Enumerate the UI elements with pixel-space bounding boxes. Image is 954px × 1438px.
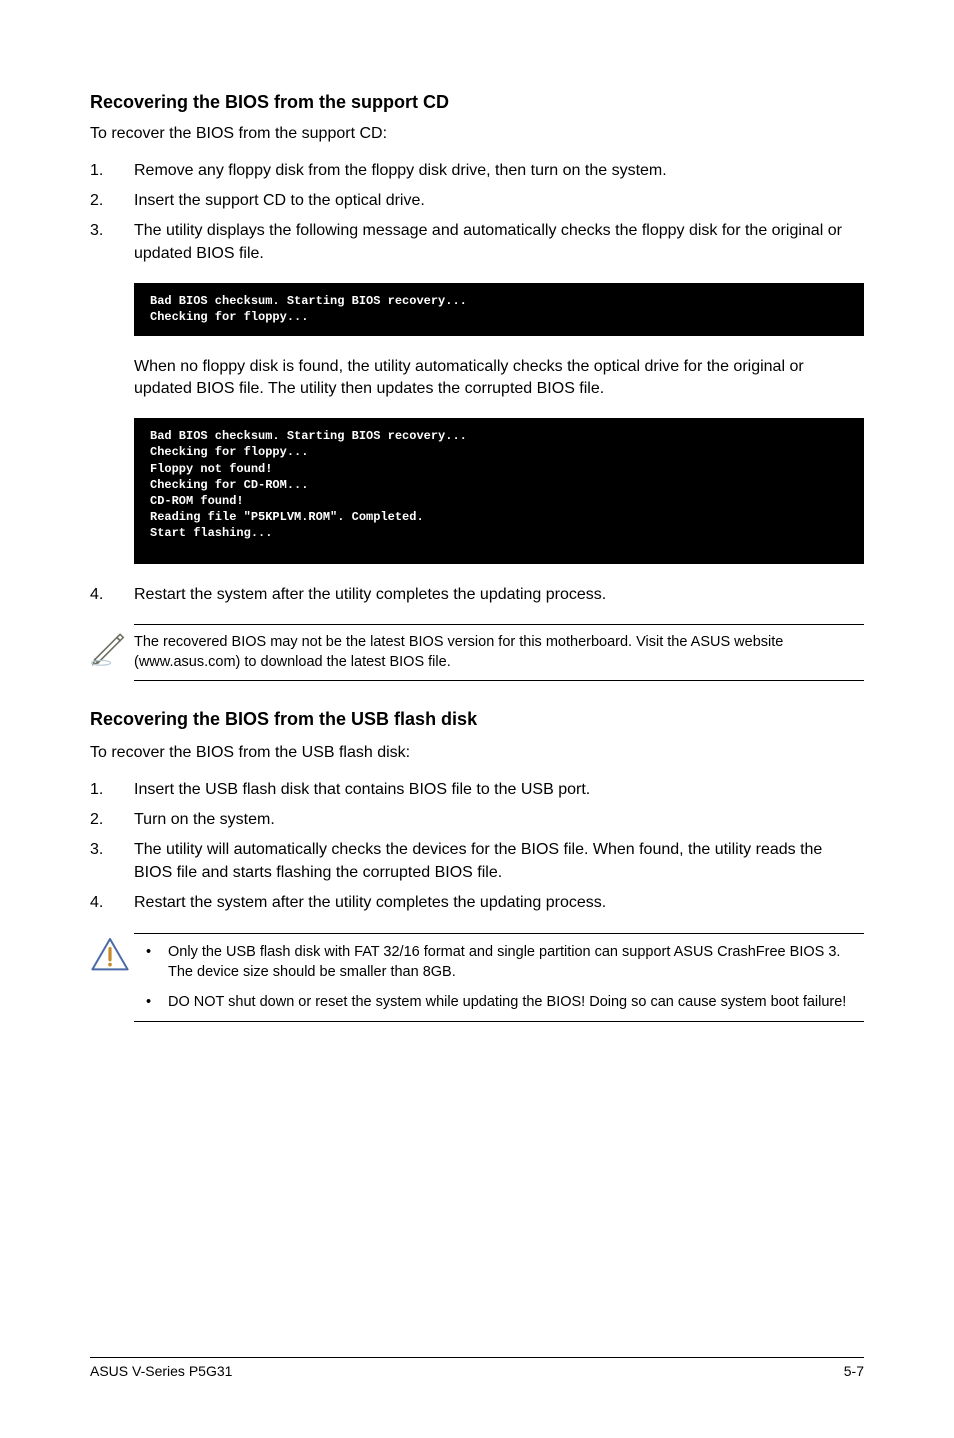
- note-callout: The recovered BIOS may not be the latest…: [90, 624, 864, 681]
- bullet-icon: •: [134, 992, 168, 1012]
- step-number: 4.: [90, 584, 134, 606]
- terminal-output-2: Bad BIOS checksum. Starting BIOS recover…: [134, 418, 864, 563]
- section2-heading: Recovering the BIOS from the USB flash d…: [90, 707, 864, 732]
- step-text: Insert the USB flash disk that contains …: [134, 779, 864, 801]
- warning-list: • Only the USB flash disk with FAT 32/16…: [134, 942, 864, 1013]
- pencil-icon: [90, 628, 128, 666]
- step-number: 1.: [90, 160, 134, 182]
- step-text: Insert the support CD to the optical dri…: [134, 190, 864, 212]
- terminal-output-1: Bad BIOS checksum. Starting BIOS recover…: [134, 283, 864, 335]
- warning-text: Only the USB flash disk with FAT 32/16 f…: [168, 942, 864, 983]
- list-item: 1. Insert the USB flash disk that contai…: [90, 779, 864, 801]
- warning-icon: [90, 937, 130, 973]
- warning-callout: • Only the USB flash disk with FAT 32/16…: [90, 933, 864, 1022]
- list-item: 2. Turn on the system.: [90, 809, 864, 831]
- section1-intro: To recover the BIOS from the support CD:: [90, 123, 864, 145]
- section2-steps: 1. Insert the USB flash disk that contai…: [90, 779, 864, 915]
- step-number: 4.: [90, 892, 134, 914]
- warning-content: • Only the USB flash disk with FAT 32/16…: [134, 933, 864, 1022]
- list-item: 1. Remove any floppy disk from the flopp…: [90, 160, 864, 182]
- mid-paragraph: When no floppy disk is found, the utilit…: [134, 356, 864, 401]
- step-text: The utility will automatically checks th…: [134, 839, 864, 884]
- step-text: Restart the system after the utility com…: [134, 584, 864, 606]
- step-text: Restart the system after the utility com…: [134, 892, 864, 914]
- list-item: 4. Restart the system after the utility …: [90, 892, 864, 914]
- warning-icon-col: [90, 933, 134, 973]
- page-footer: ASUS V-Series P5G31 5-7: [90, 1357, 864, 1382]
- step-text: Remove any floppy disk from the floppy d…: [134, 160, 864, 182]
- step-text: The utility displays the following messa…: [134, 220, 864, 265]
- step-number: 2.: [90, 809, 134, 831]
- footer-left: ASUS V-Series P5G31: [90, 1362, 232, 1382]
- list-item: 3. The utility displays the following me…: [90, 220, 864, 265]
- warning-text: DO NOT shut down or reset the system whi…: [168, 992, 864, 1012]
- section2-intro: To recover the BIOS from the USB flash d…: [90, 742, 864, 764]
- section1-steps: 1. Remove any floppy disk from the flopp…: [90, 160, 864, 266]
- list-item: • Only the USB flash disk with FAT 32/16…: [134, 942, 864, 983]
- list-item: • DO NOT shut down or reset the system w…: [134, 992, 864, 1012]
- step-number: 3.: [90, 839, 134, 884]
- step-number: 2.: [90, 190, 134, 212]
- step-number: 1.: [90, 779, 134, 801]
- note-text: The recovered BIOS may not be the latest…: [134, 624, 864, 681]
- list-item: 4. Restart the system after the utility …: [90, 584, 864, 606]
- step-text: Turn on the system.: [134, 809, 864, 831]
- note-icon-col: [90, 624, 134, 666]
- section1-step4-list: 4. Restart the system after the utility …: [90, 584, 864, 606]
- bullet-icon: •: [134, 942, 168, 983]
- list-item: 3. The utility will automatically checks…: [90, 839, 864, 884]
- list-item: 2. Insert the support CD to the optical …: [90, 190, 864, 212]
- footer-page-number: 5-7: [844, 1362, 864, 1382]
- step-number: 3.: [90, 220, 134, 265]
- section1-heading: Recovering the BIOS from the support CD: [90, 90, 864, 115]
